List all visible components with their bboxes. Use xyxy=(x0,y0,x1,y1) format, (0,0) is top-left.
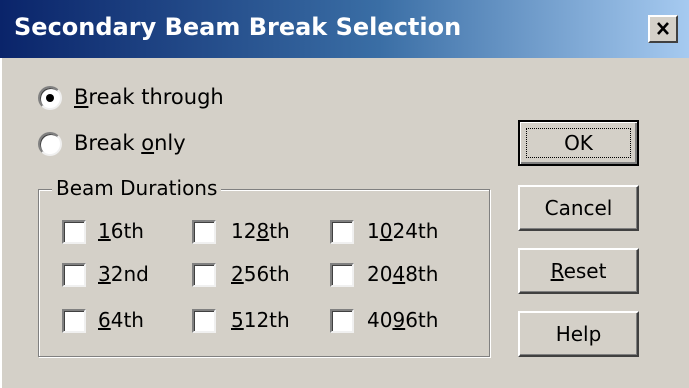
ok-button[interactable]: OK xyxy=(518,120,639,166)
break-through-radio[interactable] xyxy=(38,86,62,110)
label-4096th[interactable]: 4096th xyxy=(367,308,438,332)
checkbox-4096th[interactable] xyxy=(330,309,354,333)
checkbox-16th[interactable] xyxy=(62,220,86,244)
label-16th[interactable]: 16th xyxy=(98,219,144,243)
checkbox-64th[interactable] xyxy=(62,309,86,333)
close-x-icon xyxy=(657,22,669,35)
window-border xyxy=(0,58,2,388)
checkbox-256th[interactable] xyxy=(192,263,216,287)
checkbox-128th[interactable] xyxy=(192,220,216,244)
beam-durations-title: Beam Durations xyxy=(52,176,222,200)
checkbox-512th[interactable] xyxy=(192,309,216,333)
label-32nd[interactable]: 32nd xyxy=(98,262,149,286)
cancel-button[interactable]: Cancel xyxy=(518,185,639,231)
label-2048th[interactable]: 2048th xyxy=(367,262,438,286)
help-button[interactable]: Help xyxy=(518,311,639,357)
checkbox-32nd[interactable] xyxy=(62,263,86,287)
break-only-radio[interactable] xyxy=(38,132,62,156)
checkbox-2048th[interactable] xyxy=(330,263,354,287)
break-only-label[interactable]: Break only xyxy=(74,131,186,155)
label-1024th[interactable]: 1024th xyxy=(367,219,438,243)
label-64th[interactable]: 64th xyxy=(98,308,144,332)
label-128th[interactable]: 128th xyxy=(231,219,290,243)
label-512th[interactable]: 512th xyxy=(231,308,290,332)
label-256th[interactable]: 256th xyxy=(231,262,290,286)
close-button[interactable] xyxy=(648,15,678,43)
window-title: Secondary Beam Break Selection xyxy=(14,13,462,41)
break-through-label[interactable]: Break through xyxy=(74,85,224,109)
reset-button[interactable]: Reset xyxy=(518,248,639,294)
radio-selected-dot xyxy=(46,94,54,102)
title-bar: Secondary Beam Break Selection xyxy=(0,0,689,58)
checkbox-1024th[interactable] xyxy=(330,220,354,244)
